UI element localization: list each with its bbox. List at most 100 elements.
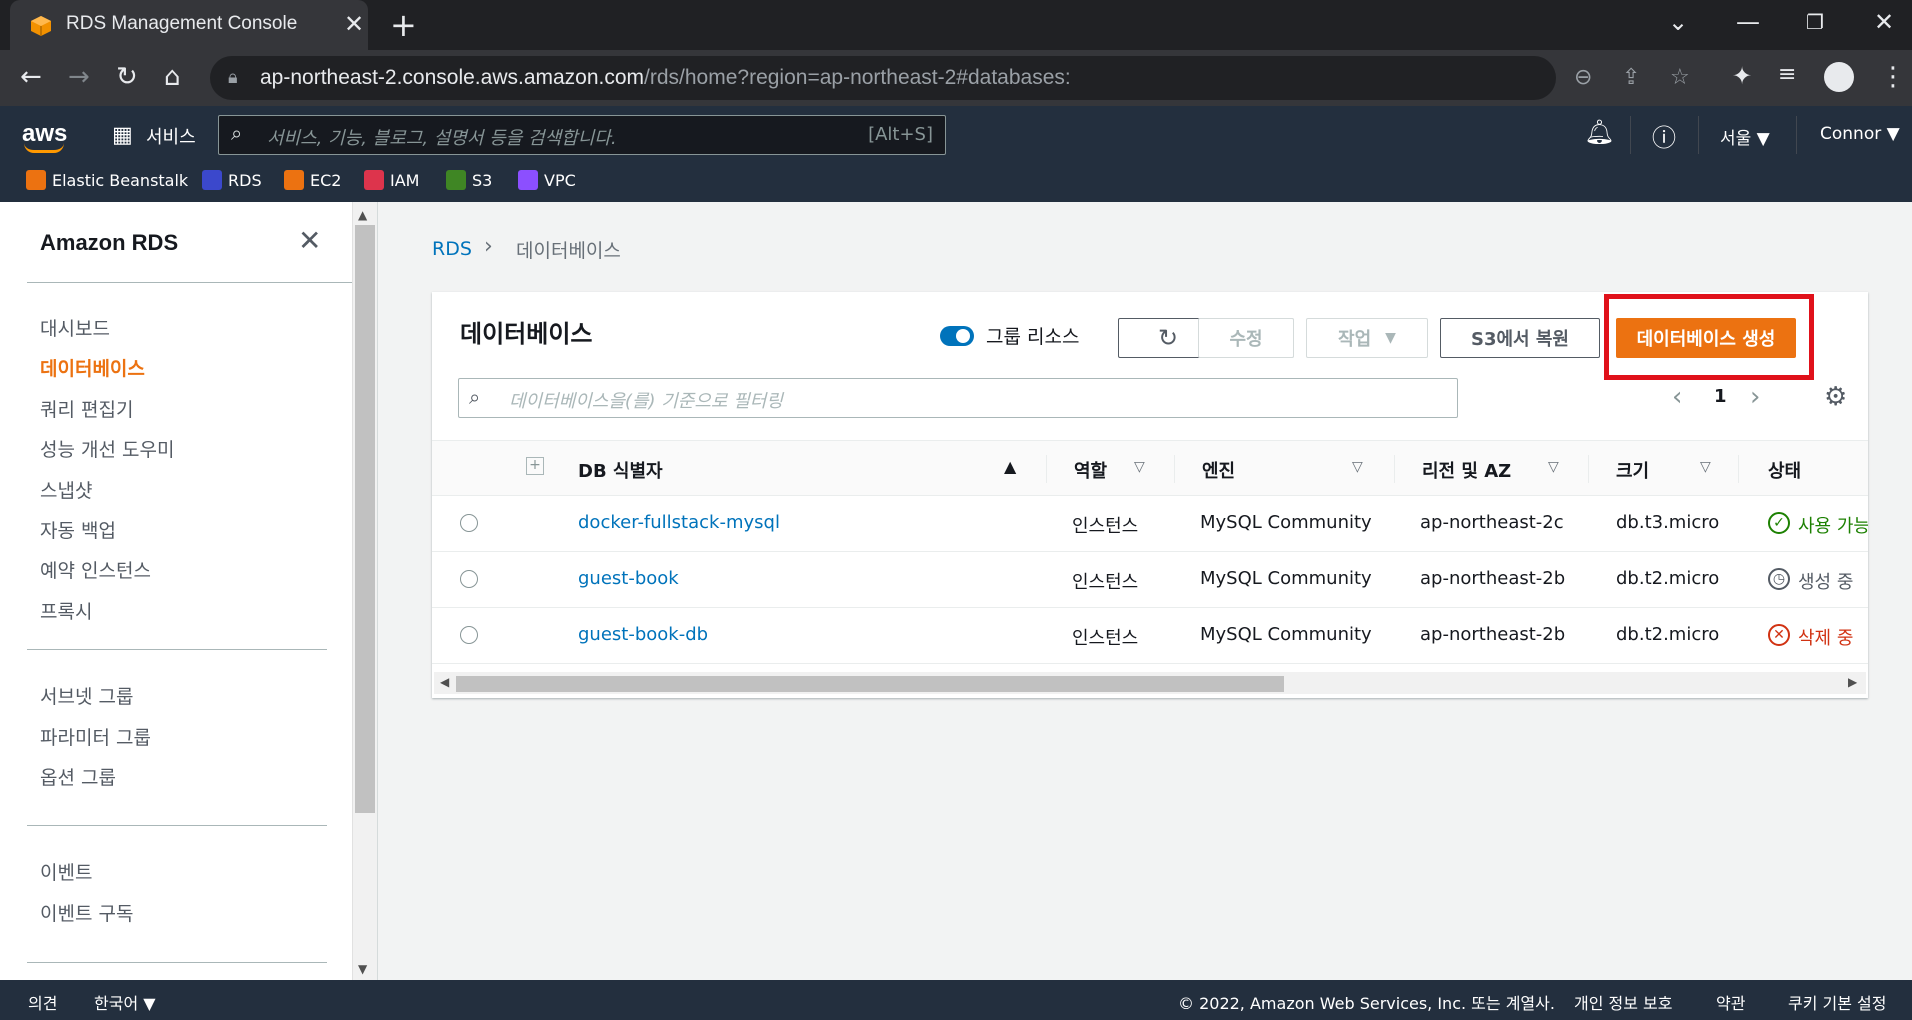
global-search-input[interactable]: ⌕ 서비스, 기능, 블로그, 설명서 등을 검색합니다. [Alt+S]: [218, 115, 946, 155]
browser-tab[interactable]: RDS Management Console ✕: [10, 0, 368, 50]
rds-sidebar: Amazon RDS ✕ 대시보드 데이터베이스 쿼리 편집기 성능 개선 도우…: [0, 202, 353, 980]
favorite-iam[interactable]: IAM: [364, 168, 419, 192]
scroll-down-icon[interactable]: ▼: [358, 962, 367, 976]
new-tab-icon[interactable]: +: [390, 6, 417, 44]
sidebar-item-query-editor[interactable]: 쿼리 편집기: [40, 395, 133, 422]
zoom-icon[interactable]: ⊖: [1574, 65, 1592, 90]
sidebar-title[interactable]: Amazon RDS: [40, 230, 178, 256]
profile-avatar[interactable]: [1824, 62, 1854, 92]
actions-button[interactable]: 작업 ▼: [1306, 318, 1428, 358]
db-identifier-link[interactable]: docker-fullstack-mysql: [578, 512, 780, 533]
feedback-link[interactable]: 의견: [28, 990, 57, 1014]
sidebar-item-proxies[interactable]: 프록시: [40, 597, 92, 624]
sidebar-item-reserved-instances[interactable]: 예약 인스턴스: [40, 556, 151, 583]
db-status: 사용 가능: [1798, 516, 1868, 537]
databases-panel: 데이터베이스 그룹 리소스 ↻ 수정 작업 ▼ S3에서 복원 데이터베이스 생…: [432, 292, 1868, 698]
column-header-engine[interactable]: 엔진: [1202, 457, 1235, 483]
restore-icon[interactable]: ❐: [1806, 10, 1824, 34]
account-menu[interactable]: Connor ▼: [1820, 124, 1900, 144]
sidebar-item-events[interactable]: 이벤트: [40, 858, 92, 885]
column-header-role[interactable]: 역할: [1074, 457, 1107, 483]
privacy-link[interactable]: 개인 정보 보호: [1574, 990, 1673, 1014]
table-row[interactable]: docker-fullstack-mysql 인스턴스 MySQL Commun…: [432, 496, 1868, 552]
lock-icon[interactable]: 🔒︎: [228, 67, 238, 88]
db-region: ap-northeast-2c: [1420, 512, 1564, 533]
help-icon[interactable]: ⓘ: [1652, 118, 1676, 153]
bookmark-star-icon[interactable]: ☆: [1670, 65, 1690, 90]
sidebar-close-icon[interactable]: ✕: [298, 224, 321, 257]
sidebar-item-automated-backups[interactable]: 자동 백업: [40, 516, 116, 543]
sidebar-item-dashboard[interactable]: 대시보드: [40, 314, 110, 341]
favorite-elastic-beanstalk[interactable]: Elastic Beanstalk: [26, 168, 188, 192]
sidebar-item-subnet-groups[interactable]: 서브넷 그룹: [40, 682, 133, 709]
reload-icon[interactable]: ↻: [116, 62, 138, 92]
services-grid-icon[interactable]: ▦: [112, 123, 133, 148]
table-row[interactable]: guest-book 인스턴스 MySQL Community ap-north…: [432, 552, 1868, 608]
table-row[interactable]: guest-book-db 인스턴스 MySQL Community ap-no…: [432, 608, 1868, 664]
db-region: ap-northeast-2b: [1420, 568, 1566, 589]
sidebar-item-option-groups[interactable]: 옵션 그룹: [40, 763, 116, 790]
forward-icon[interactable]: →: [68, 62, 90, 92]
favorite-s3[interactable]: S3: [446, 168, 492, 192]
column-header-status[interactable]: 상태: [1768, 457, 1801, 483]
filter-input[interactable]: ⌕ 데이터베이스을(를) 기준으로 필터링: [458, 378, 1458, 418]
page-number[interactable]: 1: [1714, 386, 1727, 407]
previous-page-icon[interactable]: ‹: [1672, 382, 1682, 412]
sidebar-item-event-subscriptions[interactable]: 이벤트 구독: [40, 899, 133, 926]
column-header-region[interactable]: 리전 및 AZ: [1422, 457, 1511, 483]
breadcrumb-rds[interactable]: RDS: [432, 238, 472, 260]
cookie-preferences-link[interactable]: 쿠키 기본 설정: [1788, 990, 1887, 1014]
horizontal-scrollbar-thumb[interactable]: [456, 676, 1284, 692]
sidebar-item-snapshots[interactable]: 스냅샷: [40, 476, 92, 503]
db-identifier-link[interactable]: guest-book: [578, 568, 679, 589]
back-icon[interactable]: ←: [20, 62, 42, 92]
sidebar-item-parameter-groups[interactable]: 파라미터 그룹: [40, 723, 151, 750]
modify-button-face[interactable]: 수정: [1198, 318, 1294, 358]
sort-icon[interactable]: ▽: [1352, 459, 1363, 475]
row-radio[interactable]: [460, 626, 478, 644]
scroll-right-icon[interactable]: ▶: [1848, 675, 1857, 689]
favorite-rds[interactable]: RDS: [202, 168, 262, 192]
minimize-icon[interactable]: —: [1736, 8, 1760, 36]
tab-close-icon[interactable]: ✕: [344, 10, 364, 38]
row-radio[interactable]: [460, 570, 478, 588]
sidebar-item-performance-insights[interactable]: 성능 개선 도우미: [40, 435, 174, 462]
db-identifier-link[interactable]: guest-book-db: [578, 624, 708, 645]
search-placeholder: 서비스, 기능, 블로그, 설명서 등을 검색합니다.: [267, 128, 617, 149]
extensions-icon[interactable]: ✦: [1732, 62, 1752, 90]
row-radio[interactable]: [460, 514, 478, 532]
browser-menu-icon[interactable]: ⋮: [1880, 62, 1906, 92]
share-icon[interactable]: ⇪: [1622, 65, 1640, 90]
scroll-left-icon[interactable]: ◀: [440, 675, 449, 689]
sort-icon[interactable]: ▽: [1700, 459, 1711, 475]
vpc-icon: [518, 170, 538, 190]
sidebar-item-databases[interactable]: 데이터베이스: [40, 354, 145, 381]
media-control-icon[interactable]: ≡: [1778, 62, 1796, 87]
home-icon[interactable]: ⌂: [164, 62, 181, 92]
sidebar-scrollbar-thumb[interactable]: [355, 225, 375, 813]
sort-ascending-icon[interactable]: ▲: [1004, 457, 1016, 476]
sort-icon[interactable]: ▽: [1548, 459, 1559, 475]
region-selector[interactable]: 서울 ▼: [1720, 124, 1770, 149]
restore-from-s3-button[interactable]: S3에서 복원: [1440, 318, 1600, 358]
scroll-up-icon[interactable]: ▲: [358, 208, 367, 222]
column-header-id[interactable]: DB 식별자: [578, 457, 663, 483]
window-close-icon[interactable]: ✕: [1874, 8, 1894, 36]
table-horizontal-scrollbar[interactable]: ◀ ▶: [434, 672, 1866, 694]
terms-link[interactable]: 약관: [1716, 990, 1745, 1014]
favorite-ec2[interactable]: EC2: [284, 168, 341, 192]
services-menu[interactable]: 서비스: [146, 123, 196, 149]
address-bar[interactable]: 🔒︎ ap-northeast-2.console.aws.amazon.com…: [210, 56, 1690, 100]
highlight-box: [1604, 294, 1814, 380]
tab-search-icon[interactable]: ⌄: [1668, 8, 1688, 36]
db-region: ap-northeast-2b: [1420, 624, 1566, 645]
notifications-bell-icon[interactable]: 🔔︎: [1584, 118, 1614, 146]
language-selector[interactable]: 한국어 ▼: [94, 990, 156, 1014]
group-resources-toggle[interactable]: [940, 326, 974, 346]
favorite-vpc[interactable]: VPC: [518, 168, 576, 192]
gear-icon[interactable]: ⚙: [1824, 382, 1847, 412]
sort-icon[interactable]: ▽: [1134, 459, 1145, 475]
next-page-icon[interactable]: ›: [1750, 382, 1760, 412]
column-header-size[interactable]: 크기: [1616, 457, 1649, 483]
expand-all-icon[interactable]: +: [526, 457, 544, 475]
